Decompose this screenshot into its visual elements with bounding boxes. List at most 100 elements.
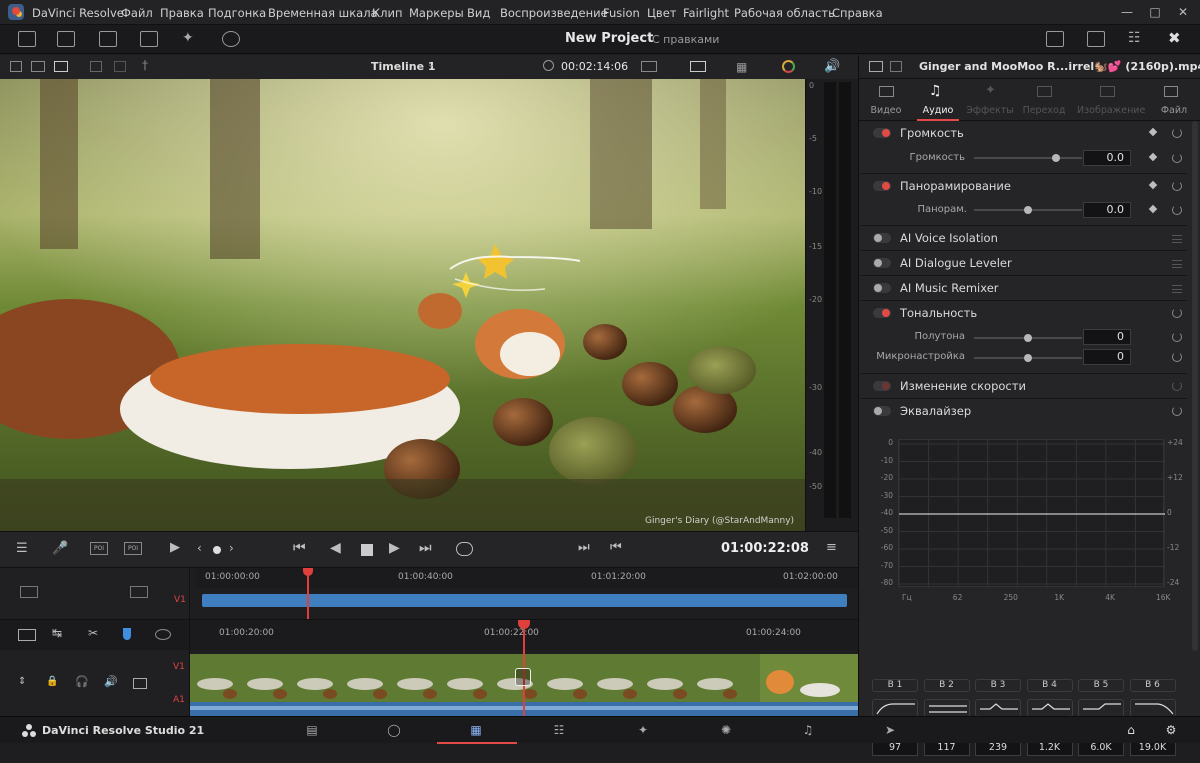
image-tab-icon[interactable] — [1100, 86, 1115, 97]
skip-to-start-icon[interactable]: ⏮ — [293, 540, 306, 556]
volume-param-keyframe-icon[interactable] — [1148, 152, 1158, 162]
fusion-page-icon[interactable]: ☷ — [551, 723, 567, 737]
minimize-icon[interactable]: — — [1114, 2, 1140, 22]
menu-workspace[interactable]: Рабочая область — [734, 6, 835, 20]
menu-file[interactable]: Файл — [121, 6, 153, 20]
effects-tab-icon[interactable]: ✦ — [985, 83, 996, 98]
grid-view-icon[interactable] — [90, 61, 102, 72]
eq-band-toggle[interactable]: B 2 — [923, 679, 970, 692]
marker-dot-icon[interactable] — [213, 546, 221, 554]
snap-icon[interactable] — [155, 629, 171, 640]
menu-playback[interactable]: Воспроизведение — [500, 6, 608, 20]
prev-marker-icon[interactable]: ‹ — [197, 541, 202, 555]
ai-music-toggle[interactable] — [873, 283, 891, 293]
play-reverse-icon[interactable]: ◀ — [330, 540, 341, 556]
timeline-view-icon[interactable] — [54, 61, 68, 72]
media-pool-icon[interactable] — [18, 31, 36, 47]
aspect-icon[interactable] — [641, 61, 657, 72]
upper-clip-bar[interactable] — [202, 594, 847, 607]
cut-page-icon[interactable]: ◯ — [386, 723, 402, 737]
eq-band-toggle[interactable]: B 6 — [1129, 679, 1176, 692]
clip-view-icon[interactable] — [99, 31, 117, 47]
track-settings-icon[interactable] — [20, 586, 38, 598]
speed-toggle[interactable] — [873, 381, 891, 391]
next-marker-icon[interactable]: › — [229, 541, 234, 555]
pan-param-keyframe-icon[interactable] — [1148, 204, 1158, 214]
speaker-icon[interactable]: 🔊 — [824, 59, 840, 74]
flag-icon[interactable] — [123, 628, 131, 640]
stop-icon[interactable] — [361, 544, 373, 556]
tab-audio[interactable]: Аудио — [909, 105, 967, 116]
titles-icon[interactable] — [140, 31, 158, 47]
menu-timeline[interactable]: Временная шкала — [268, 6, 378, 20]
mixer-icon[interactable]: ☷ — [1128, 30, 1141, 46]
trim-tool-icon[interactable] — [18, 629, 36, 641]
eq-band-toggle[interactable]: B 1 — [872, 679, 918, 692]
volume-slider-knob[interactable] — [1052, 154, 1060, 162]
eq-band-type-dropdown[interactable] — [923, 699, 970, 717]
music-page-icon[interactable]: ♫ — [800, 723, 816, 737]
volume-param-reset-icon[interactable] — [1172, 153, 1182, 163]
volume-keyframe-icon[interactable] — [1148, 127, 1158, 137]
menu-markers[interactable]: Маркеры — [409, 6, 464, 20]
ai-voice-menu-icon[interactable] — [1172, 235, 1182, 243]
fine-tune-value-field[interactable]: 0 — [1083, 349, 1131, 365]
tools-icon[interactable]: † — [142, 58, 148, 72]
eq-band-type-dropdown[interactable] — [1078, 699, 1124, 717]
playhead-timecode[interactable]: 01:00:22:08 — [721, 541, 809, 556]
pitch-reset-icon[interactable] — [1172, 308, 1182, 318]
play-mark-icon[interactable]: ▶ — [170, 540, 180, 555]
fairlight-page-icon[interactable]: ✺ — [718, 723, 734, 737]
source-timecode[interactable]: 00:02:14:06 — [561, 60, 628, 73]
semitones-reset-icon[interactable] — [1172, 332, 1182, 342]
eq-reset-icon[interactable] — [1172, 406, 1182, 416]
audio-tab-icon[interactable]: ♫ — [929, 83, 942, 99]
mark-in-icon[interactable]: ⏭ — [578, 540, 590, 555]
pan-reset-icon[interactable] — [1172, 181, 1182, 191]
pan-keyframe-icon[interactable] — [1148, 180, 1158, 190]
media-page-icon[interactable]: ▤ — [304, 723, 320, 737]
transform-icon[interactable]: ▦ — [736, 60, 747, 74]
menu-clip[interactable]: Клип — [372, 6, 403, 20]
video-tab-icon[interactable] — [879, 86, 894, 97]
edit-page-icon[interactable]: ▦ — [468, 723, 484, 737]
transition-tab-icon[interactable] — [1037, 86, 1052, 97]
inspector-scrollbar[interactable] — [1192, 121, 1198, 651]
source-icon[interactable] — [31, 61, 45, 72]
menu-view[interactable]: Вид — [467, 6, 490, 20]
ai-dialogue-toggle[interactable] — [873, 258, 891, 268]
upper-ruler[interactable] — [196, 568, 858, 588]
volume-reset-icon[interactable] — [1172, 128, 1182, 138]
eq-band-type-dropdown[interactable] — [1026, 699, 1073, 717]
poi-add-icon[interactable]: POI — [124, 542, 142, 555]
pan-slider[interactable] — [974, 206, 1082, 214]
track-monitor-icon[interactable] — [133, 678, 147, 689]
microphone-icon[interactable]: 🎤 — [52, 541, 68, 556]
play-icon[interactable]: ▶ — [389, 540, 400, 556]
eq-band-type-dropdown[interactable] — [1129, 699, 1176, 717]
headphones-icon[interactable]: 🎧 — [75, 675, 89, 688]
ai-music-menu-icon[interactable] — [1172, 285, 1182, 293]
eq-band-toggle[interactable]: B 3 — [975, 679, 1021, 692]
semitones-value-field[interactable]: 0 — [1083, 329, 1131, 345]
menu-trim[interactable]: Подгонка — [208, 6, 266, 20]
ai-dialogue-menu-icon[interactable] — [1172, 260, 1182, 268]
eq-band-toggle[interactable]: B 5 — [1078, 679, 1124, 692]
razor-cut-icon[interactable]: ↹ — [52, 626, 62, 640]
settings-gear-icon[interactable]: ⚙ — [1163, 723, 1179, 737]
eq-band-type-dropdown[interactable] — [975, 699, 1021, 717]
tab-image[interactable]: Изображение — [1077, 105, 1145, 116]
menu-help[interactable]: Справка — [832, 6, 883, 20]
color-wheel-icon[interactable] — [782, 60, 795, 73]
home-icon[interactable]: ⌂ — [1123, 723, 1139, 737]
list-view-icon[interactable] — [114, 61, 126, 72]
edit-tools-icon[interactable]: ☰ — [16, 541, 28, 556]
layout-icon[interactable] — [10, 61, 22, 72]
fine-tune-slider[interactable] — [974, 354, 1082, 362]
menu-color[interactable]: Цвет — [647, 6, 676, 20]
pan-param-reset-icon[interactable] — [1172, 205, 1182, 215]
timeline-name[interactable]: Timeline 1 — [371, 60, 436, 73]
color-page-icon[interactable]: ✦ — [635, 723, 651, 737]
inspector-tools-icon[interactable]: ✖ — [1168, 29, 1181, 47]
tab-video[interactable]: Видео — [857, 105, 915, 116]
